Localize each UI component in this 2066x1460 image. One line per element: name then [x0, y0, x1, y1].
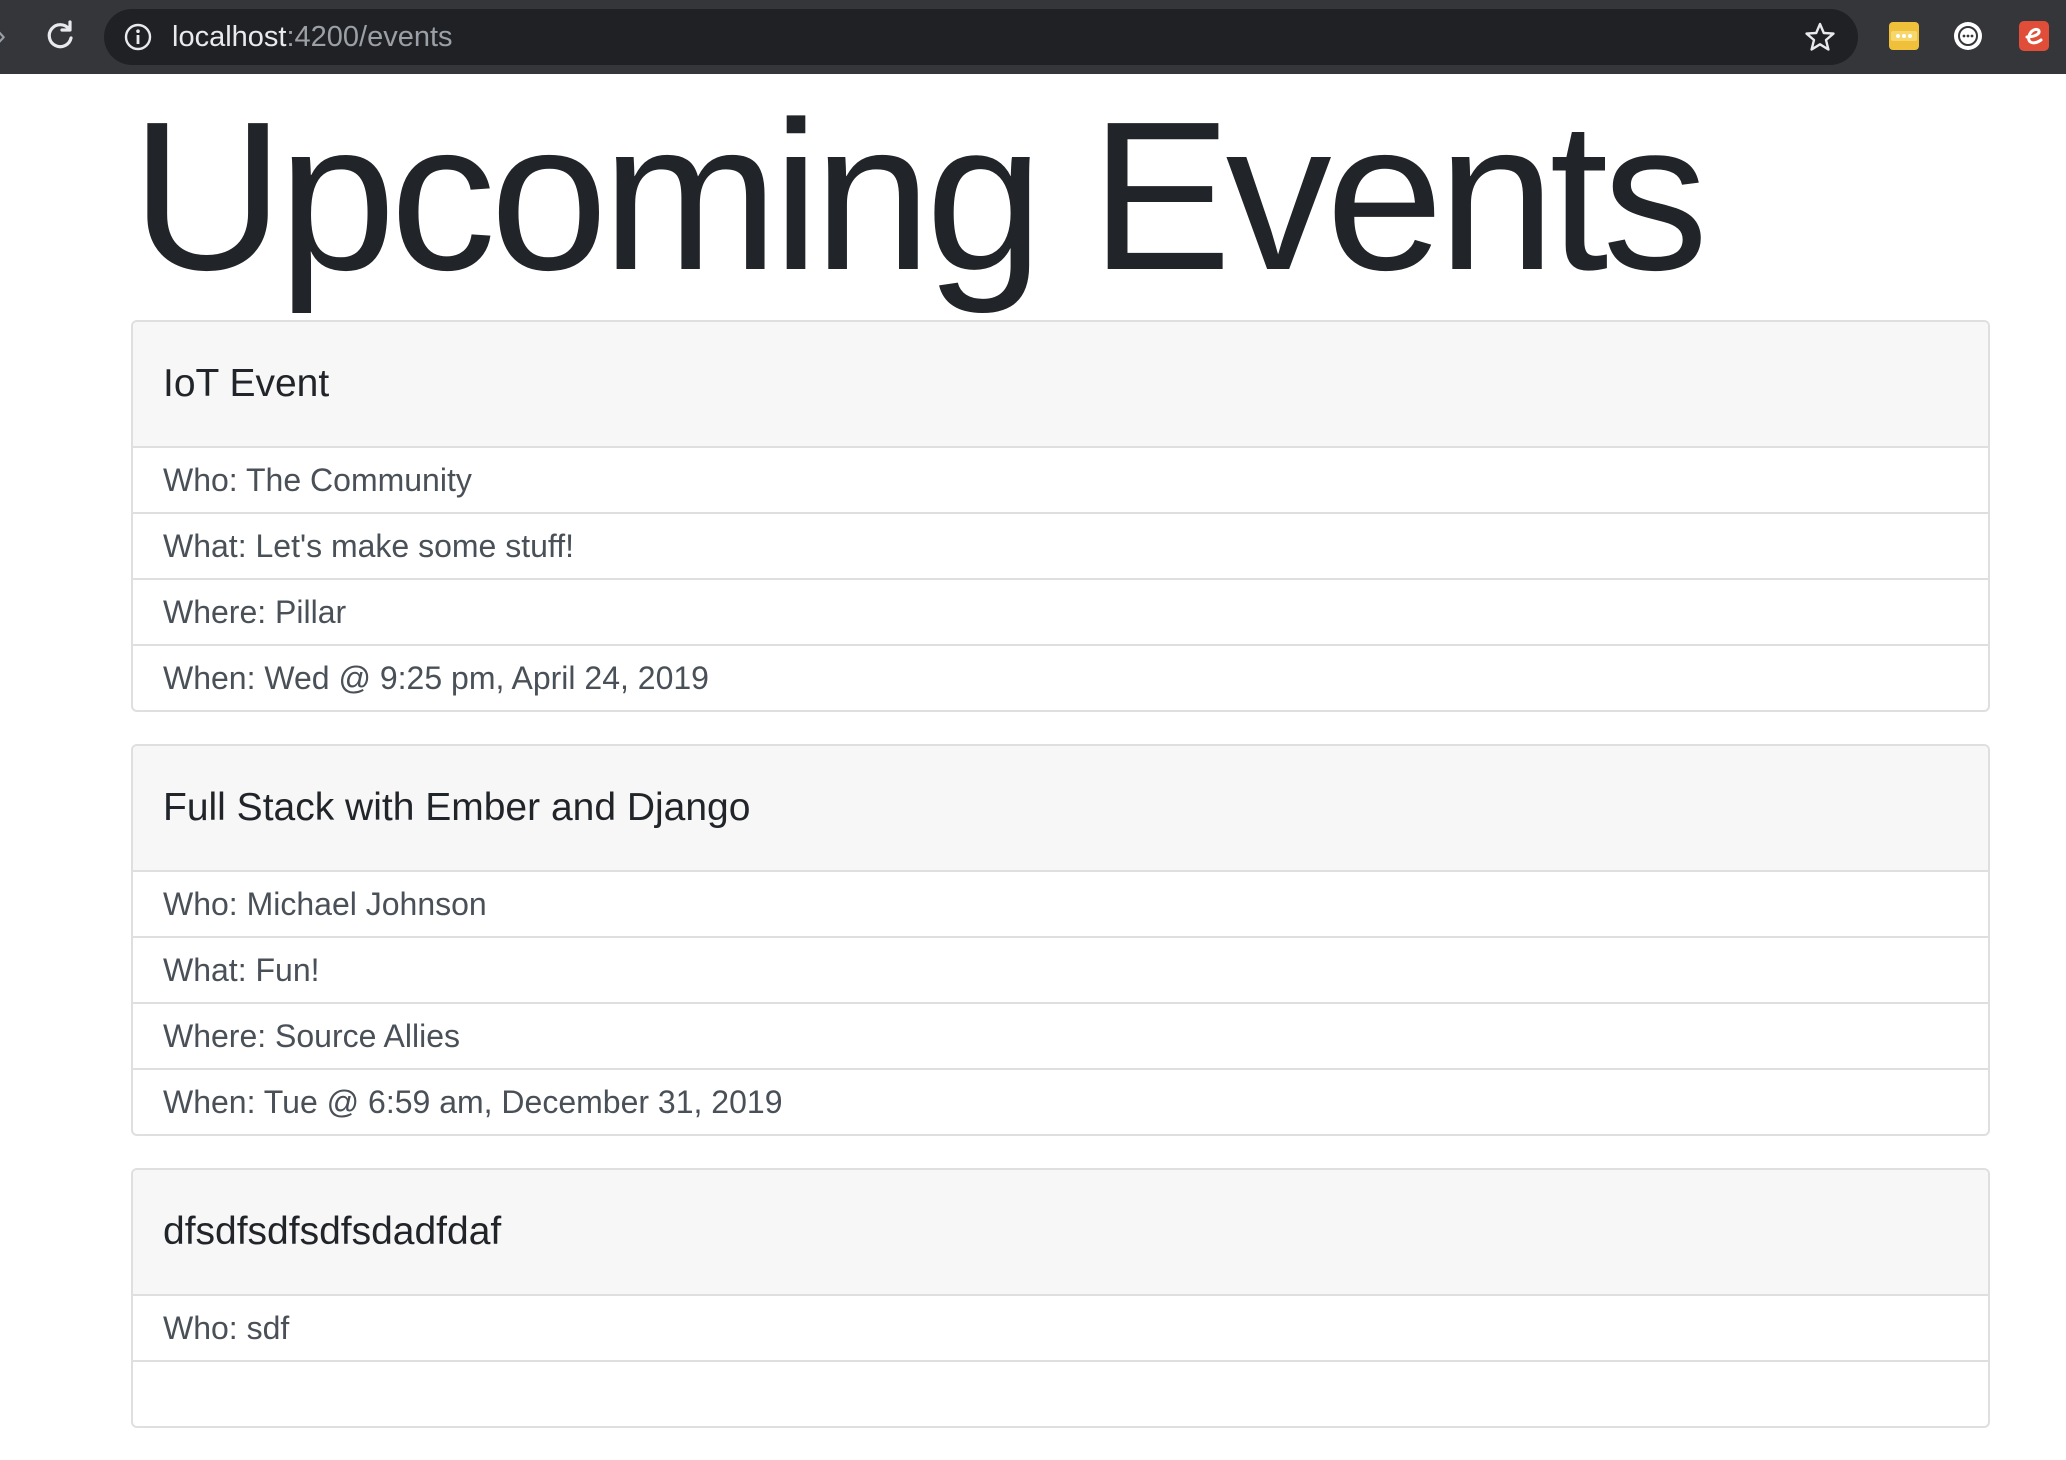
browser-toolbar: › localhost:4200/events — [0, 0, 2066, 74]
event-when: When: Wed @ 9:25 pm, April 24, 2019 — [163, 660, 709, 696]
url-path: :4200/events — [286, 21, 453, 53]
password-manager-icon[interactable] — [1888, 20, 1920, 52]
event-where: Where: Pillar — [133, 580, 1988, 646]
ember-inspector-icon[interactable] — [2018, 20, 2050, 52]
event-title: dfsdfsdfsdfsdadfdaf — [133, 1170, 1988, 1296]
address-bar[interactable]: localhost:4200/events — [104, 9, 1858, 65]
event-what — [133, 1362, 1988, 1426]
url-text[interactable]: localhost:4200/events — [172, 9, 453, 65]
event-who: Who: Michael Johnson — [133, 872, 1988, 938]
event-title: IoT Event — [133, 322, 1988, 448]
events-list: IoT Event Who: The Community What: Let's… — [131, 320, 1990, 1460]
event-when: When: Tue @ 6:59 am, December 31, 2019 — [163, 1084, 783, 1120]
back-arrow-icon[interactable]: › — [0, 18, 16, 54]
reload-icon[interactable] — [40, 16, 80, 56]
event-who: Who: The Community — [133, 448, 1988, 514]
info-icon[interactable] — [124, 23, 152, 51]
event-title: Full Stack with Ember and Django — [133, 746, 1988, 872]
page-content: Upcoming Events IoT Event Who: The Commu… — [131, 74, 1990, 1428]
event-where: Where: Source Allies — [133, 1004, 1988, 1070]
event-card: IoT Event Who: The Community What: Let's… — [131, 320, 1990, 712]
url-host: localhost — [172, 21, 287, 53]
event-card: dfsdfsdfsdfsdadfdaf Who: sdf — [131, 1168, 1990, 1428]
event-card: Full Stack with Ember and Django Who: Mi… — [131, 744, 1990, 1136]
event-what: What: Let's make some stuff! — [133, 514, 1988, 580]
star-icon[interactable] — [1804, 21, 1836, 53]
page-title: Upcoming Events — [131, 77, 1708, 314]
extension-icon[interactable] — [1952, 20, 1984, 52]
event-what: What: Fun! — [133, 938, 1988, 1004]
event-who: Who: sdf — [133, 1296, 1988, 1362]
